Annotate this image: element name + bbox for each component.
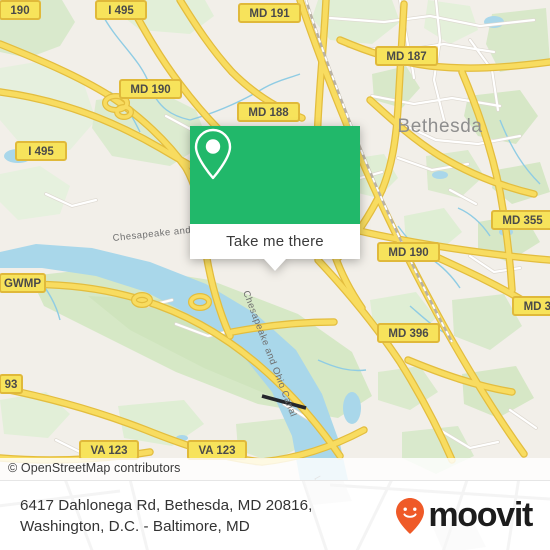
address-line-1: 6417 Dahlonega Rd, Bethesda, MD 20816, xyxy=(20,496,313,514)
road-shield-190: 190 xyxy=(0,0,41,20)
road-shield-label: 190 xyxy=(10,5,29,17)
moovit-pin-icon xyxy=(396,497,425,534)
road-shield-md-188: MD 188 xyxy=(237,102,300,122)
road-shield-i-495: I 495 xyxy=(15,141,67,161)
map-screenshot: Bethesda Chesapeake and O Chesapeake and… xyxy=(0,0,550,550)
popup-pointer-tail xyxy=(264,259,286,271)
road-shield-label: VA 123 xyxy=(90,445,127,457)
road-shield-label: 93 xyxy=(5,379,18,391)
road-shield-label: I 495 xyxy=(108,5,134,17)
road-shield-gwmp: GWMP xyxy=(0,273,46,293)
popup-action-bar[interactable]: Take me there xyxy=(190,224,360,271)
road-shield-va-123: VA 123 xyxy=(79,440,139,460)
road-shield-md-396: MD 396 xyxy=(377,323,440,343)
road-shield-md-187: MD 187 xyxy=(375,46,438,66)
road-shield-i-495: I 495 xyxy=(95,0,147,20)
road-shield-label: MD 187 xyxy=(386,51,426,63)
road-shield-label: MD 35 xyxy=(524,301,550,313)
road-shield-va-123: VA 123 xyxy=(187,440,247,460)
road-shield-label: MD 191 xyxy=(249,8,290,20)
road-shield-md-191: MD 191 xyxy=(238,3,301,23)
road-shield-md-190: MD 190 xyxy=(377,242,440,262)
place-label-bethesda: Bethesda xyxy=(397,116,482,137)
road-shield-label: VA 123 xyxy=(198,445,235,457)
road-shield-md-355: MD 355 xyxy=(491,210,550,230)
road-shield-label: GWMP xyxy=(4,278,41,290)
popup-header xyxy=(190,126,360,224)
osm-attribution[interactable]: © OpenStreetMap contributors xyxy=(0,458,550,480)
road-shield-93: 93 xyxy=(0,374,23,394)
road-shield-label: MD 396 xyxy=(388,328,428,340)
road-shield-md-190: MD 190 xyxy=(119,79,182,99)
moovit-wordmark: moovit xyxy=(428,496,533,534)
take-me-there-button[interactable]: Take me there xyxy=(226,233,324,250)
address-line-2: Washington, D.C. - Baltimore, MD xyxy=(20,517,250,535)
road-shield-label: I 495 xyxy=(28,146,54,158)
road-shield-md-35: MD 35 xyxy=(512,296,550,316)
moovit-logo[interactable]: moovit xyxy=(395,496,533,535)
map-canvas[interactable]: Bethesda Chesapeake and O Chesapeake and… xyxy=(0,0,550,480)
location-popup-card[interactable]: Take me there xyxy=(190,126,360,271)
road-shield-label: MD 355 xyxy=(502,215,543,227)
road-shield-label: MD 188 xyxy=(248,107,289,119)
road-shield-label: MD 190 xyxy=(388,247,428,259)
info-footer: 6417 Dahlonega Rd, Bethesda, MD 20816, W… xyxy=(0,480,550,550)
road-shield-label: MD 190 xyxy=(130,84,170,96)
map-pin-icon xyxy=(194,128,232,180)
address-text: 6417 Dahlonega Rd, Bethesda, MD 20816, W… xyxy=(20,495,312,537)
